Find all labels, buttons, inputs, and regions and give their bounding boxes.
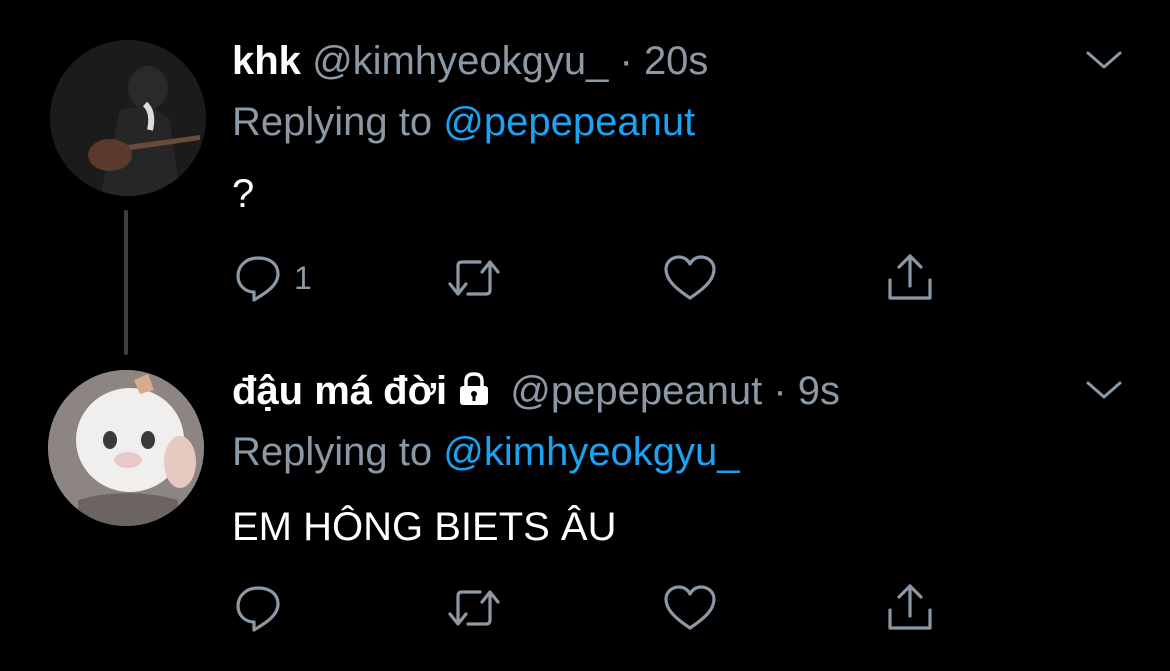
reply-count: 1 [294,259,312,296]
separator-dot: · [773,369,787,413]
tweet-text: EM HÔNG BIETS ÂU [232,505,617,549]
tweet[interactable]: khk @kimhyeokgyu_ · 20s Replying to @pep… [0,0,1170,355]
share-icon [882,250,938,306]
separator-dot: · [619,39,633,83]
replying-handle-link[interactable]: @pepepeanut [443,100,695,144]
share-icon [882,580,938,636]
avatar[interactable] [50,40,206,196]
caret-down-icon[interactable] [1084,375,1124,405]
tweet-actions: 1 [232,248,952,308]
tweet-header: khk @kimhyeokgyu_ · 20s [232,37,708,85]
replying-prefix: Replying to [232,430,433,474]
share-button[interactable] [882,578,938,638]
replying-to: Replying to @pepepeanut [232,98,695,146]
tweet-actions [232,578,952,638]
handle[interactable]: @pepepeanut [510,369,762,413]
thread-line [124,210,128,355]
replying-handle-link[interactable]: @kimhyeokgyu_ [443,430,739,474]
display-name[interactable]: khk [232,39,301,83]
retweet-button[interactable] [444,248,504,308]
tweet[interactable]: đậu má đời @pepepeanut · 9s Replying to … [0,340,1170,671]
reply-button[interactable] [232,578,294,638]
replying-prefix: Replying to [232,100,433,144]
lock-icon [457,370,491,418]
display-name[interactable]: đậu má đời [232,369,447,413]
avatar[interactable] [48,370,204,526]
retweet-icon [444,252,504,304]
reply-icon [232,252,284,304]
avatar-photo [48,370,204,526]
timestamp[interactable]: 20s [644,39,709,83]
share-button[interactable] [882,248,938,308]
like-button[interactable] [662,578,718,638]
like-icon [662,582,718,634]
tweet-text: ? [232,172,255,216]
avatar-photo [50,40,206,196]
retweet-icon [444,582,504,634]
reply-button[interactable]: 1 [232,248,312,308]
caret-down-icon[interactable] [1084,45,1124,75]
tweet-header: đậu má đời @pepepeanut · 9s [232,367,840,418]
replying-to: Replying to @kimhyeokgyu_ [232,428,740,476]
like-icon [662,252,718,304]
reply-icon [232,582,284,634]
retweet-button[interactable] [444,578,504,638]
timestamp[interactable]: 9s [798,369,840,413]
like-button[interactable] [662,248,718,308]
handle[interactable]: @kimhyeokgyu_ [312,39,608,83]
